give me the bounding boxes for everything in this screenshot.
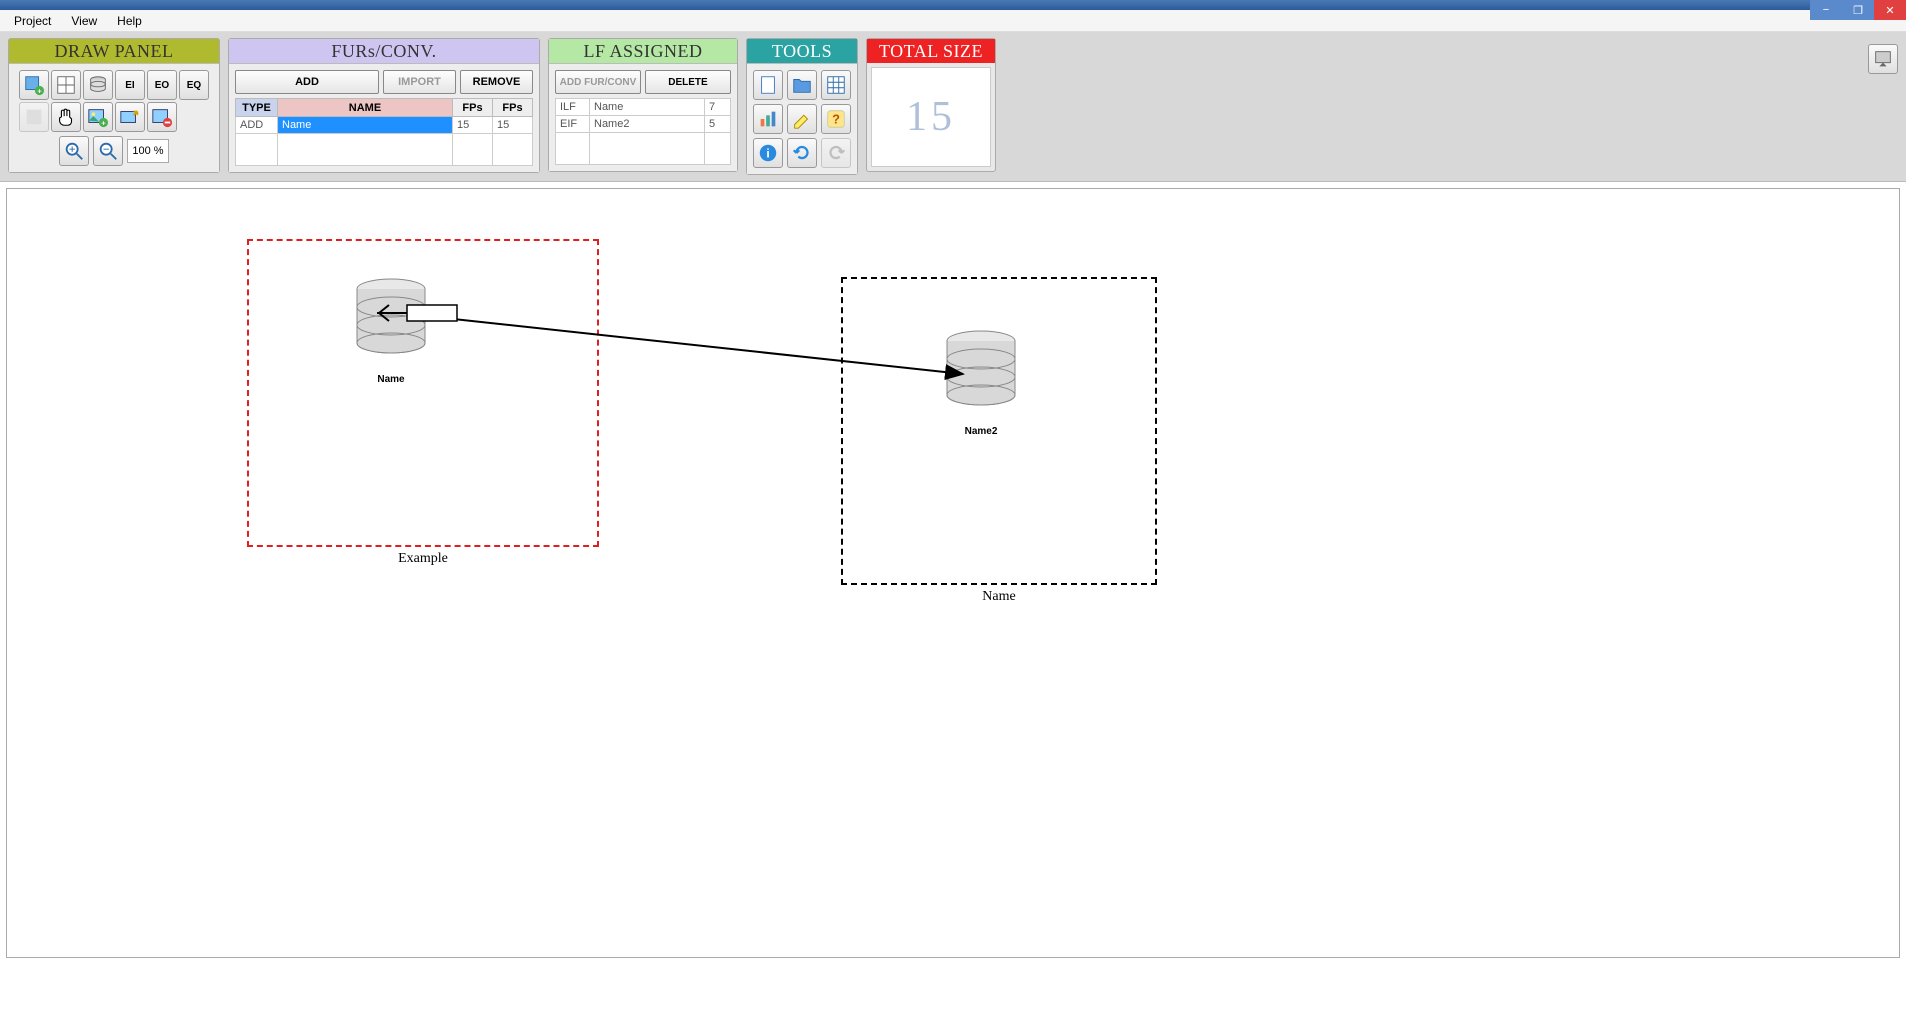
furs-col-fps2: FPs xyxy=(493,99,533,117)
total-size-body: 15 xyxy=(871,67,991,167)
zoom-in-button[interactable] xyxy=(59,136,89,166)
furs-panel-header: FURs/CONV. xyxy=(229,39,539,63)
boundary-label: Example xyxy=(249,551,597,567)
furs-panel: FURs/CONV. ADD IMPORT REMOVE TYPE NAME F… xyxy=(228,38,540,173)
tool-info-icon[interactable]: i xyxy=(753,138,783,168)
tools-panel: TOOLS ? i xyxy=(746,38,858,175)
furs-cell-type[interactable]: ADD xyxy=(236,117,278,134)
app-root: Project View Help DRAW PANEL + EI xyxy=(0,10,1906,1018)
spacer xyxy=(179,102,209,132)
tool-page-icon[interactable] xyxy=(753,70,783,100)
database-tool[interactable] xyxy=(83,70,113,100)
table-row-empty xyxy=(556,133,731,165)
draw-panel-body: + EI EO EQ xyxy=(9,63,219,172)
toggle-panel-button[interactable] xyxy=(1868,44,1898,74)
furs-col-name: NAME xyxy=(278,99,453,117)
svg-text:?: ? xyxy=(832,112,840,127)
add-boundary-tool[interactable]: + xyxy=(19,70,49,100)
tools-panel-body: ? i xyxy=(747,63,857,174)
db-node-label: Name2 xyxy=(931,426,1031,437)
total-size-header: TOTAL SIZE xyxy=(867,39,995,63)
menu-help[interactable]: Help xyxy=(107,12,152,30)
lf-add-button: ADD FUR/CONV xyxy=(555,70,641,94)
table-row[interactable]: EIF Name2 5 xyxy=(556,116,731,133)
toolbar: DRAW PANEL + EI EO EQ xyxy=(0,32,1906,182)
svg-text:+: + xyxy=(37,86,41,95)
tool-undo-icon[interactable] xyxy=(787,138,817,168)
lf-cell-c1[interactable]: EIF xyxy=(556,116,590,133)
window-minimize-button[interactable]: − xyxy=(1810,0,1842,20)
lf-cell-c2[interactable]: Name2 xyxy=(590,116,705,133)
svg-text:i: i xyxy=(766,147,769,161)
zoom-out-button[interactable] xyxy=(93,136,123,166)
menubar: Project View Help xyxy=(0,10,1906,32)
furs-import-button: IMPORT xyxy=(383,70,456,94)
tool-redo-icon xyxy=(821,138,851,168)
furs-cell-fp2[interactable]: 15 xyxy=(493,117,533,134)
furs-cell-fp1[interactable]: 15 xyxy=(453,117,493,134)
lf-cell-c2[interactable]: Name xyxy=(590,99,705,116)
lf-cell-c3[interactable]: 5 xyxy=(705,116,731,133)
remove-image-tool[interactable] xyxy=(147,102,177,132)
tool-help-icon[interactable]: ? xyxy=(821,104,851,134)
export-up-tool[interactable] xyxy=(115,102,145,132)
tool-edit-icon[interactable] xyxy=(787,104,817,134)
total-size-value: 15 xyxy=(906,93,956,141)
draw-panel: DRAW PANEL + EI EO EQ xyxy=(8,38,220,173)
window-close-button[interactable]: ✕ xyxy=(1874,0,1906,20)
lf-delete-button[interactable]: DELETE xyxy=(645,70,731,94)
database-icon xyxy=(941,329,1021,419)
window-maximize-button[interactable]: ❐ xyxy=(1842,0,1874,20)
lf-panel-body: ADD FUR/CONV DELETE ILF Name 7 EIF Name2 xyxy=(549,63,737,171)
table-row-empty xyxy=(236,134,533,166)
tool-spreadsheet-icon[interactable] xyxy=(821,70,851,100)
furs-col-fps1: FPs xyxy=(453,99,493,117)
total-size-panel: TOTAL SIZE 15 xyxy=(866,38,996,172)
tools-panel-header: TOOLS xyxy=(747,39,857,63)
window-controls: − ❐ ✕ xyxy=(1810,0,1906,20)
lf-panel: LF ASSIGNED ADD FUR/CONV DELETE ILF Name… xyxy=(548,38,738,172)
furs-table[interactable]: TYPE NAME FPs FPs ADD Name 15 15 xyxy=(235,98,533,166)
furs-cell-name[interactable]: Name xyxy=(278,117,453,134)
database-icon xyxy=(351,277,431,367)
window-titlebar: − ❐ ✕ xyxy=(0,0,1906,10)
tool-open-icon[interactable] xyxy=(787,70,817,100)
drawing-canvas[interactable]: Example Name Name xyxy=(6,188,1900,958)
grid-tool[interactable] xyxy=(51,70,81,100)
svg-text:+: + xyxy=(101,118,105,127)
lf-panel-header: LF ASSIGNED xyxy=(549,39,737,63)
table-row[interactable]: ILF Name 7 xyxy=(556,99,731,116)
unknown-disabled-tool xyxy=(19,102,49,132)
furs-remove-button[interactable]: REMOVE xyxy=(460,70,533,94)
db-node-name[interactable]: Name xyxy=(341,277,441,385)
lf-table[interactable]: ILF Name 7 EIF Name2 5 xyxy=(555,98,731,165)
tool-chart-icon[interactable] xyxy=(753,104,783,134)
menu-project[interactable]: Project xyxy=(4,12,61,30)
pan-hand-tool[interactable] xyxy=(51,102,81,132)
ei-tool[interactable]: EI xyxy=(115,70,145,100)
lf-cell-c3[interactable]: 7 xyxy=(705,99,731,116)
furs-panel-body: ADD IMPORT REMOVE TYPE NAME FPs FPs xyxy=(229,63,539,172)
zoom-level-input[interactable]: 100 % xyxy=(127,139,169,163)
menu-view[interactable]: View xyxy=(61,12,107,30)
eq-tool[interactable]: EQ xyxy=(179,70,209,100)
lf-cell-c1[interactable]: ILF xyxy=(556,99,590,116)
furs-col-type: TYPE xyxy=(236,99,278,117)
boundary-label: Name xyxy=(843,589,1155,605)
draw-panel-header: DRAW PANEL xyxy=(9,39,219,63)
table-row[interactable]: ADD Name 15 15 xyxy=(236,117,533,134)
db-node-name2[interactable]: Name2 xyxy=(931,329,1031,437)
eo-tool[interactable]: EO xyxy=(147,70,177,100)
add-image-tool[interactable]: + xyxy=(83,102,113,132)
db-node-label: Name xyxy=(341,374,441,385)
furs-add-button[interactable]: ADD xyxy=(235,70,379,94)
